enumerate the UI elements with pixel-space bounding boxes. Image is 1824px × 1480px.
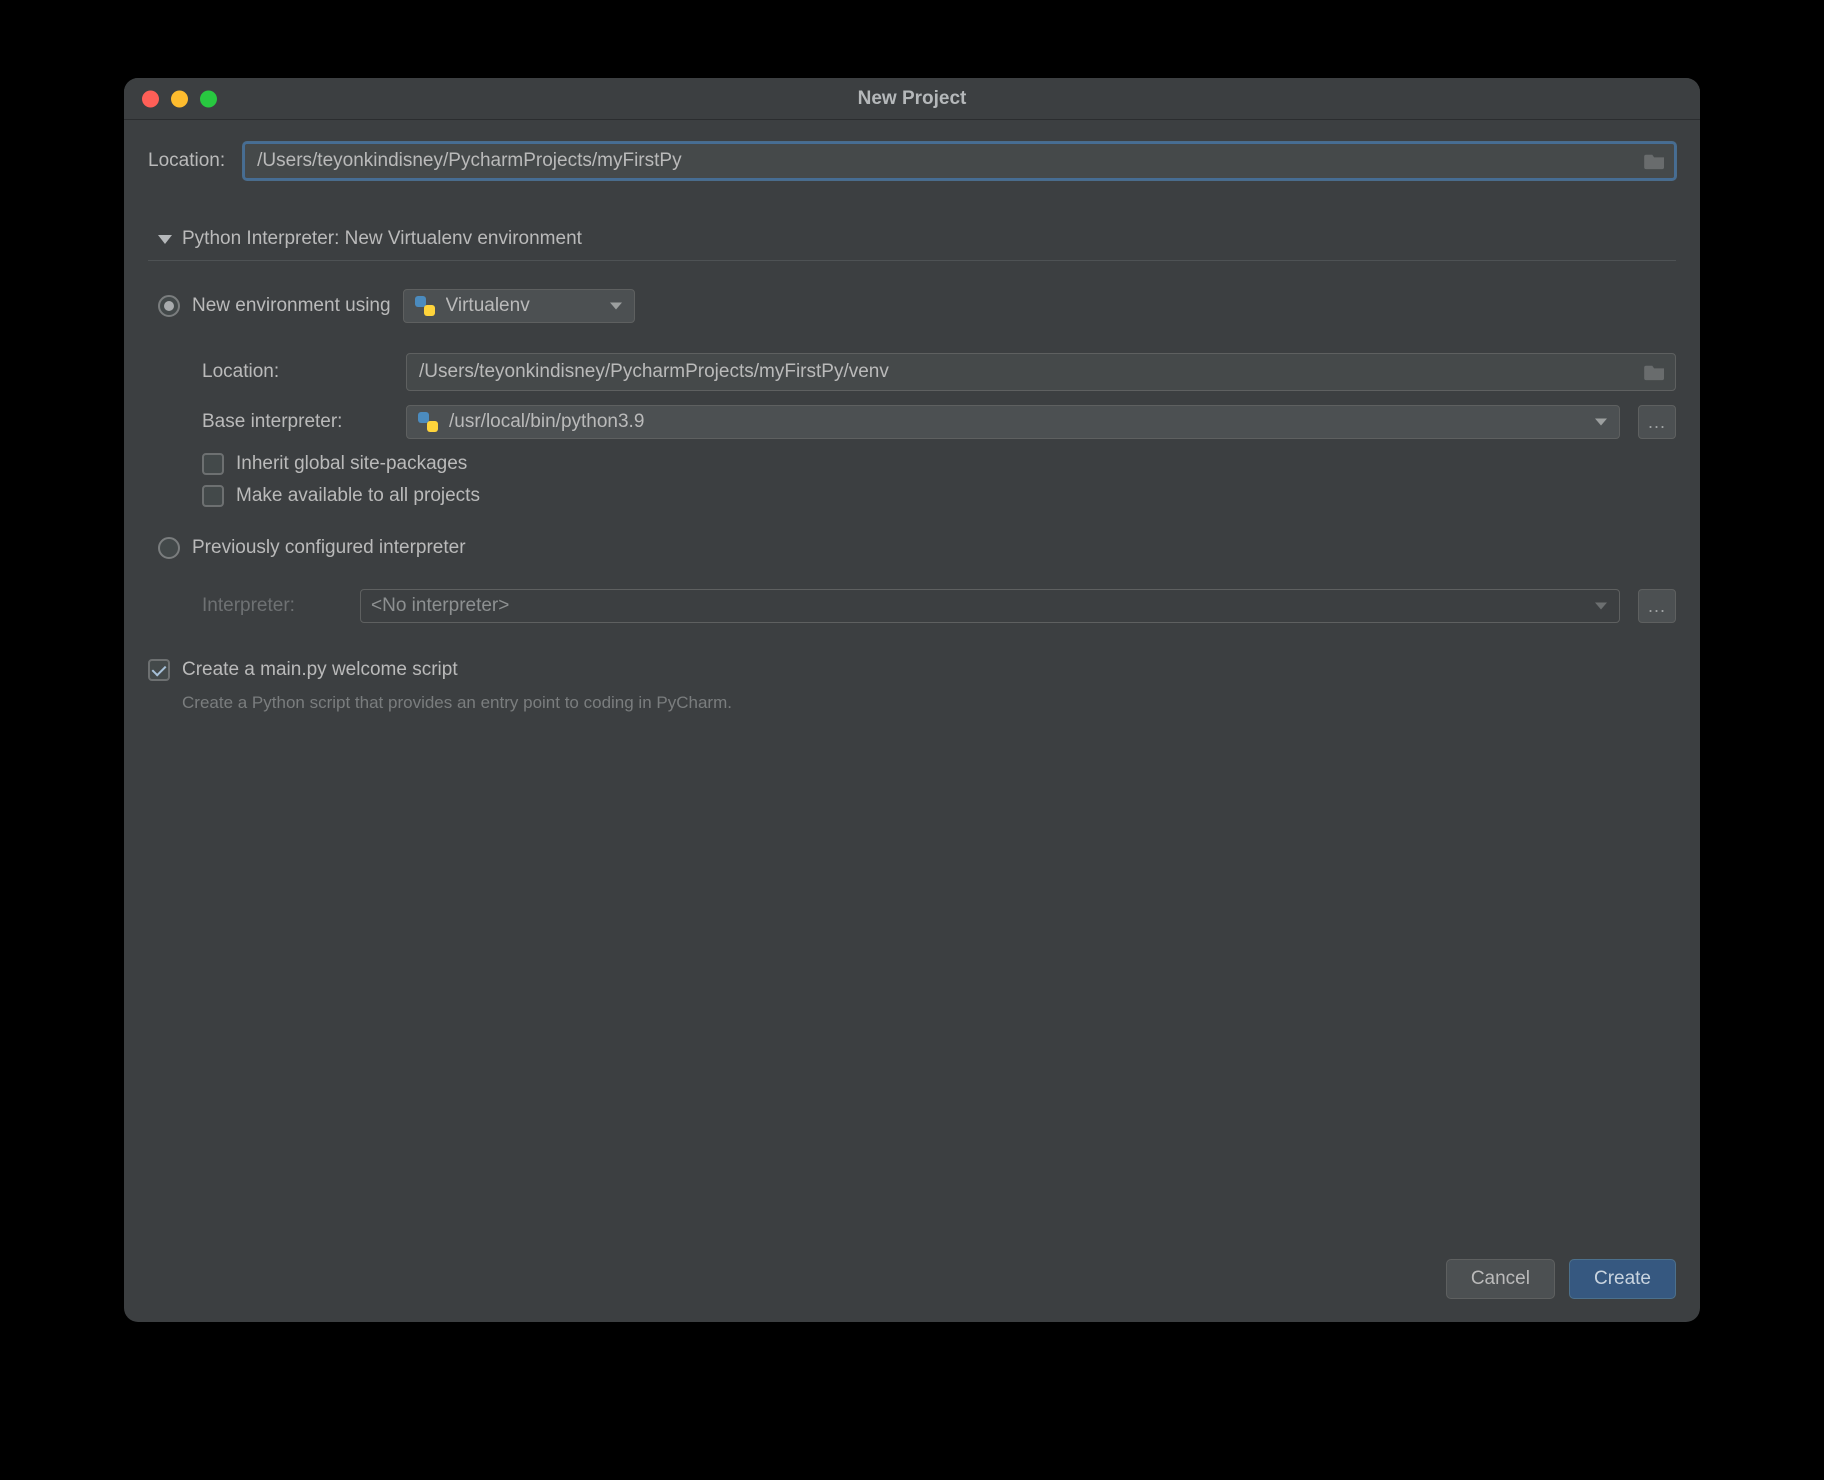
dialog-content: Location: Python Interpreter: New Virtua… xyxy=(124,120,1700,1252)
interpreter-section-title: Python Interpreter: New Virtualenv envir… xyxy=(182,228,582,250)
inherit-packages-row: Inherit global site-packages xyxy=(202,453,1676,475)
titlebar: New Project xyxy=(124,78,1700,120)
new-env-label: New environment using xyxy=(192,295,391,317)
create-button[interactable]: Create xyxy=(1569,1259,1676,1299)
window-title: New Project xyxy=(858,88,967,110)
new-env-radio[interactable] xyxy=(158,295,180,317)
make-available-checkbox[interactable] xyxy=(202,485,224,507)
zoom-icon[interactable] xyxy=(200,90,217,107)
venv-location-row: Location: xyxy=(202,353,1676,391)
prev-env-label: Previously configured interpreter xyxy=(192,537,466,559)
location-row: Location: xyxy=(148,142,1676,180)
prev-env-radio-row: Previously configured interpreter xyxy=(148,537,1676,559)
prev-interpreter-combo[interactable]: <No interpreter> xyxy=(360,589,1620,623)
chevron-down-icon xyxy=(1595,603,1607,610)
prev-interpreter-label: Interpreter: xyxy=(202,595,342,617)
inherit-packages-label: Inherit global site-packages xyxy=(236,453,467,475)
base-interpreter-combo[interactable]: /usr/local/bin/python3.9 xyxy=(406,405,1620,439)
inherit-packages-checkbox[interactable] xyxy=(202,453,224,475)
folder-icon[interactable] xyxy=(1644,152,1666,170)
make-available-row: Make available to all projects xyxy=(202,485,1676,507)
base-interpreter-label: Base interpreter: xyxy=(202,411,388,433)
prev-interpreter-value: <No interpreter> xyxy=(371,595,509,617)
prev-env-radio[interactable] xyxy=(158,537,180,559)
welcome-script-checkbox[interactable] xyxy=(148,659,170,681)
location-field-wrap xyxy=(243,142,1676,180)
venv-location-label: Location: xyxy=(202,361,388,383)
prev-env-fields: Interpreter: <No interpreter> ... xyxy=(148,575,1676,637)
python-icon xyxy=(414,295,436,317)
new-env-fields: Location: Base interpreter: /usr/local/b… xyxy=(148,339,1676,517)
chevron-down-icon xyxy=(158,235,172,244)
dialog-footer: Cancel Create xyxy=(124,1252,1700,1322)
prev-interpreter-row: Interpreter: <No interpreter> ... xyxy=(202,589,1676,623)
base-interpreter-browse-button[interactable]: ... xyxy=(1638,405,1676,439)
chevron-down-icon xyxy=(1595,419,1607,426)
spacer xyxy=(148,713,1676,1252)
python-icon xyxy=(417,411,439,433)
env-tool-combo[interactable]: Virtualenv xyxy=(403,289,635,323)
cancel-button[interactable]: Cancel xyxy=(1446,1259,1555,1299)
window-controls xyxy=(142,90,217,107)
make-available-label: Make available to all projects xyxy=(236,485,480,507)
prev-interpreter-browse-button[interactable]: ... xyxy=(1638,589,1676,623)
welcome-script-hint: Create a Python script that provides an … xyxy=(182,693,1676,713)
venv-location-input[interactable] xyxy=(406,353,1676,391)
interpreter-section-header[interactable]: Python Interpreter: New Virtualenv envir… xyxy=(148,228,1676,261)
env-tool-value: Virtualenv xyxy=(446,295,530,317)
location-input[interactable] xyxy=(243,142,1676,180)
location-label: Location: xyxy=(148,150,225,172)
close-icon[interactable] xyxy=(142,90,159,107)
base-interpreter-value: /usr/local/bin/python3.9 xyxy=(449,411,644,433)
folder-icon[interactable] xyxy=(1644,363,1666,381)
new-env-radio-row: New environment using Virtualenv xyxy=(148,289,1676,323)
chevron-down-icon xyxy=(610,303,622,310)
welcome-script-label: Create a main.py welcome script xyxy=(182,659,458,681)
new-project-dialog: New Project Location: Python Interpreter… xyxy=(124,78,1700,1322)
venv-location-wrap xyxy=(406,353,1676,391)
welcome-script-row: Create a main.py welcome script xyxy=(148,659,1676,681)
base-interpreter-row: Base interpreter: /usr/local/bin/python3… xyxy=(202,405,1676,439)
minimize-icon[interactable] xyxy=(171,90,188,107)
